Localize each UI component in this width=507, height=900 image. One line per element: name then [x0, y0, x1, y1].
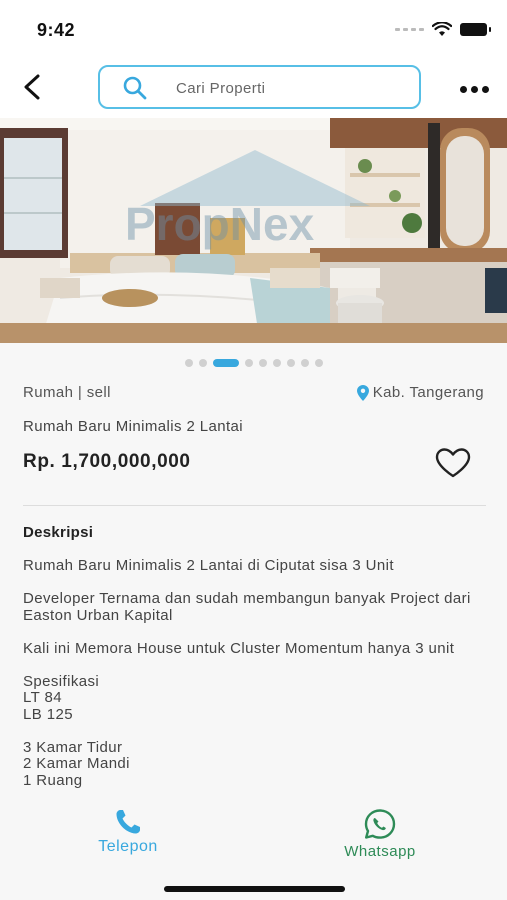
carousel-dot[interactable] — [300, 359, 309, 367]
carousel-dot[interactable] — [198, 359, 207, 367]
listing-price: Rp. 1,700,000,000 — [23, 451, 191, 472]
property-image-carousel[interactable]: PropNex — [0, 118, 507, 343]
carousel-dot[interactable] — [314, 359, 323, 367]
carousel-dot[interactable] — [244, 359, 253, 367]
bottom-action-bar: Telepon Whatsapp — [0, 802, 507, 900]
description-paragraph: Developer Ternama dan sudah membangun ba… — [23, 590, 471, 624]
status-time: 9:42 — [37, 20, 76, 40]
whatsapp-icon — [364, 809, 396, 839]
battery-icon — [460, 23, 491, 36]
description-heading: Deskripsi — [23, 524, 94, 541]
description-paragraph: 3 Kamar Tidur 2 Kamar Mandi 1 Ruang — [23, 738, 130, 789]
header — [0, 60, 507, 118]
phone-icon — [116, 810, 140, 834]
description-body: Rumah Baru Minimalis 2 Lantai di Ciputat… — [23, 558, 488, 802]
status-icons — [395, 22, 491, 37]
search-input[interactable] — [176, 77, 406, 99]
location-text: Kab. Tangerang — [372, 384, 484, 401]
svg-text:PropNex: PropNex — [125, 198, 315, 250]
whatsapp-label: Whatsapp — [344, 843, 416, 860]
home-indicator — [164, 886, 345, 892]
telepon-button[interactable]: Telepon — [88, 808, 168, 858]
description-paragraph: Rumah Baru Minimalis 2 Lantai di Ciputat… — [23, 558, 394, 574]
bedroom-photo: PropNex — [0, 118, 507, 343]
back-arrow-icon — [24, 74, 40, 100]
carousel-dot[interactable] — [184, 359, 193, 367]
search-icon — [123, 76, 147, 100]
search-box[interactable] — [98, 65, 421, 109]
back-button[interactable] — [18, 72, 48, 102]
carousel-dot-active[interactable] — [212, 359, 239, 367]
status-bar: 9:42 — [0, 0, 507, 60]
favorite-button[interactable] — [434, 447, 472, 479]
whatsapp-button[interactable]: Whatsapp — [334, 808, 426, 860]
more-horizontal-icon — [459, 85, 467, 93]
more-options-button[interactable] — [458, 82, 490, 96]
telepon-label: Telepon — [98, 838, 158, 855]
heart-icon — [435, 448, 471, 478]
listing-title: Rumah Baru Minimalis 2 Lantai — [23, 418, 244, 435]
carousel-dot[interactable] — [258, 359, 267, 367]
wifi-icon — [432, 22, 452, 36]
carousel-dot[interactable] — [286, 359, 295, 367]
description-paragraph: Spesifikasi LT 84 LB 125 — [23, 672, 100, 723]
signal-icon — [395, 28, 424, 31]
carousel-pagination — [0, 358, 507, 368]
location-label: Kab. Tangerang — [356, 384, 484, 401]
location-pin-icon — [356, 384, 369, 401]
property-type-label: Rumah | sell — [23, 384, 111, 401]
description-paragraph: Kali ini Memora House untuk Cluster Mome… — [23, 639, 455, 657]
carousel-dot[interactable] — [272, 359, 281, 367]
divider — [23, 505, 486, 506]
